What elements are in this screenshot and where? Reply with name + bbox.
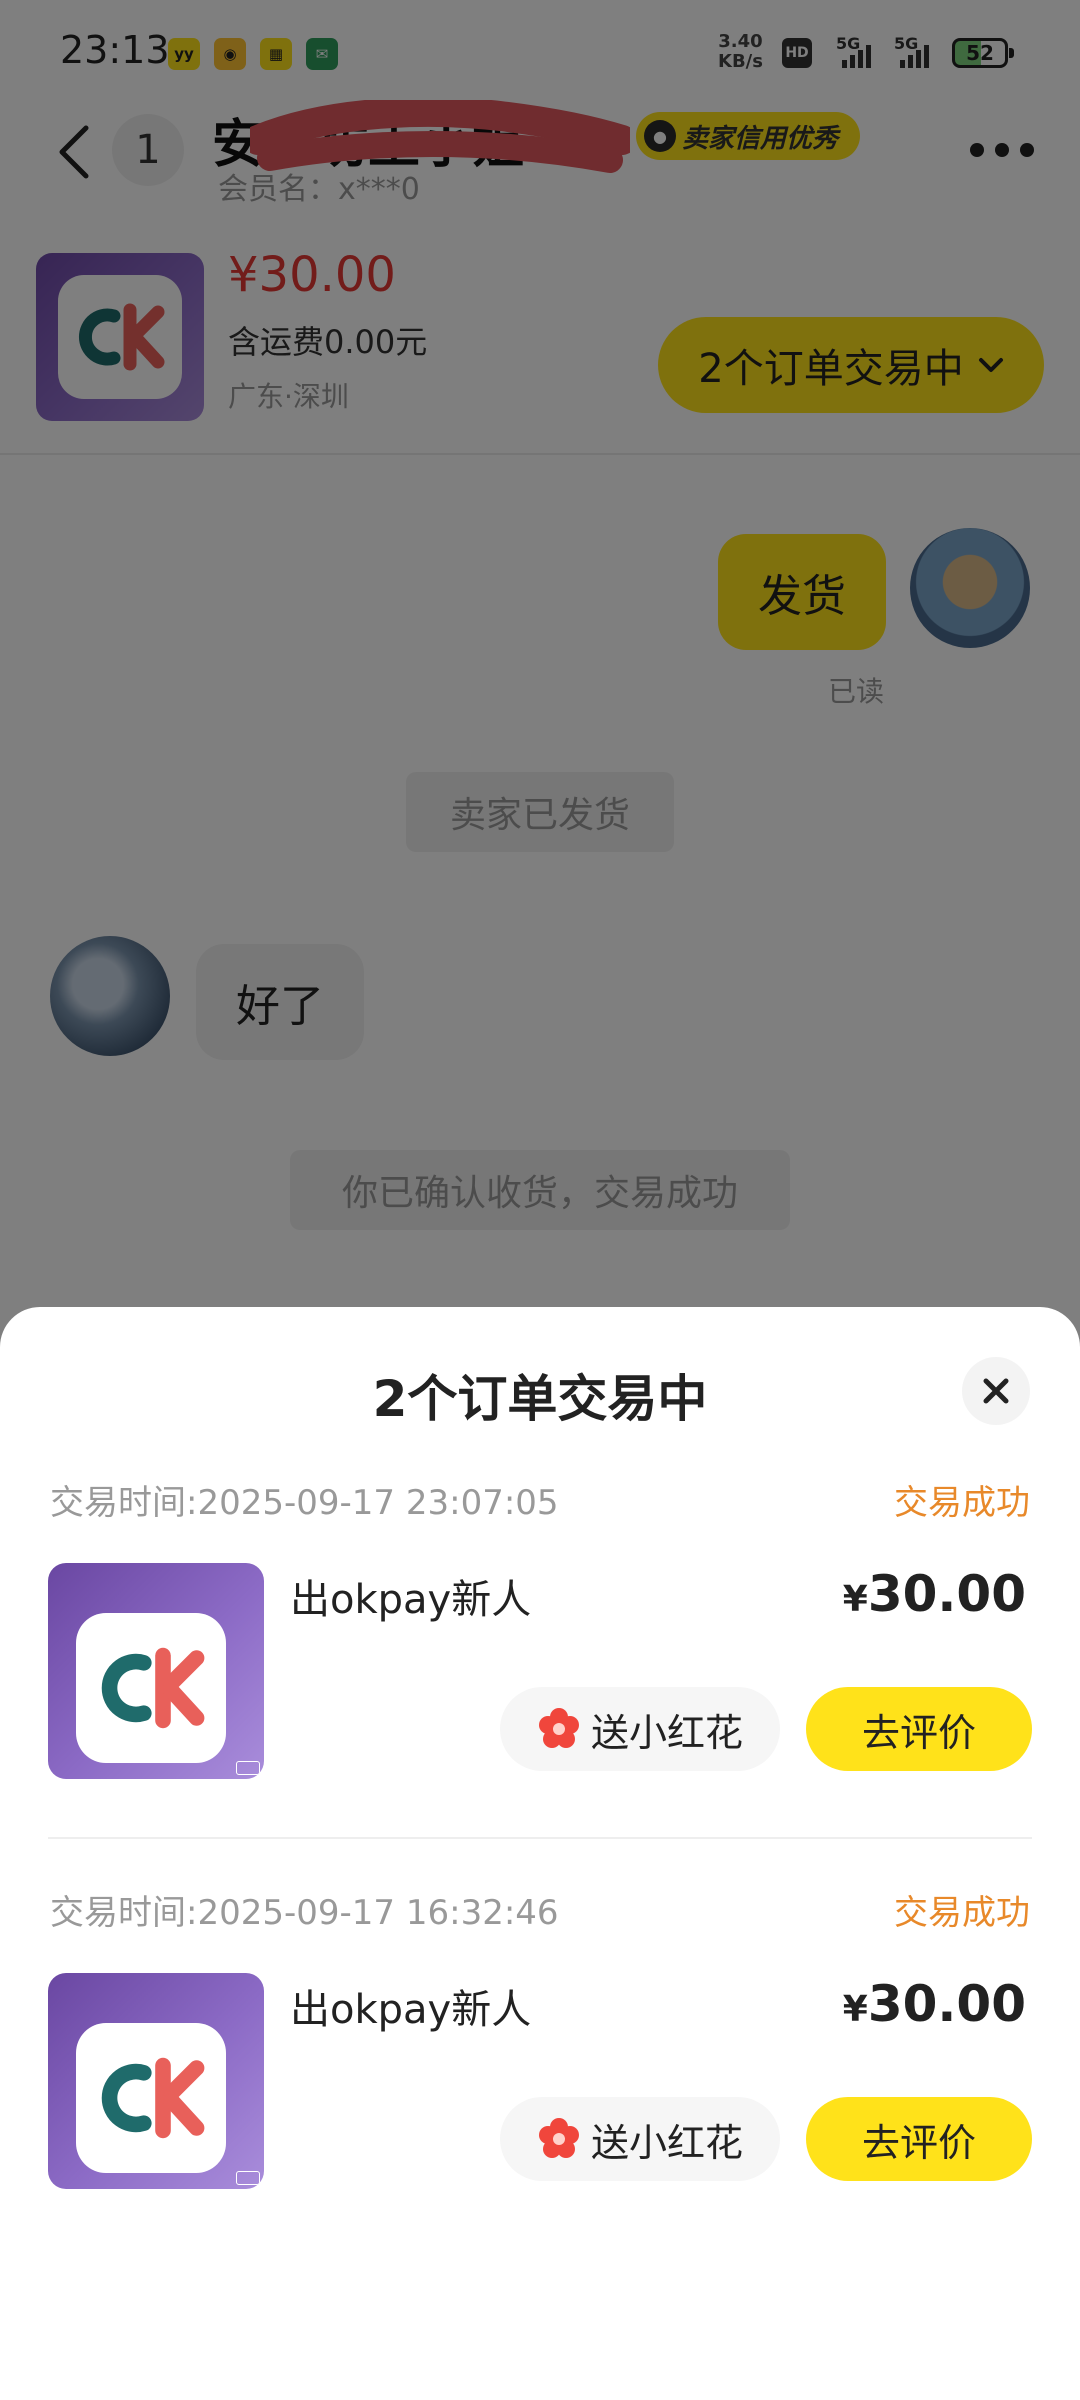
order-item: 交易时间:2025-09-17 16:32:46 交易成功 出okpay新人 ¥… bbox=[0, 1885, 1080, 2285]
review-button[interactable]: 去评价 bbox=[806, 1687, 1032, 1771]
order-item: 交易时间:2025-09-17 23:07:05 交易成功 出okpay新人 ¥… bbox=[0, 1475, 1080, 1875]
ck-logo bbox=[76, 2023, 226, 2173]
order-price: ¥30.00 bbox=[842, 1565, 1026, 1623]
send-flower-button[interactable]: 送小红花 bbox=[500, 1687, 780, 1771]
order-divider bbox=[48, 1837, 1032, 1839]
send-flower-label: 送小红花 bbox=[590, 2120, 743, 2165]
order-thumbnail[interactable] bbox=[48, 1563, 264, 1779]
close-icon bbox=[983, 1378, 1009, 1404]
orders-bottom-sheet: 2个订单交易中 交易时间:2025-09-17 23:07:05 交易成功 出o… bbox=[0, 1307, 1080, 2400]
send-flower-label: 送小红花 bbox=[590, 1710, 743, 1755]
ck-logo bbox=[76, 1613, 226, 1763]
red-flower-icon bbox=[538, 1708, 579, 1748]
order-price: ¥30.00 bbox=[842, 1975, 1026, 2033]
send-flower-button[interactable]: 送小红花 bbox=[500, 2097, 780, 2181]
sheet-title: 2个订单交易中 bbox=[372, 1370, 708, 1428]
order-product-name[interactable]: 出okpay新人 bbox=[290, 1567, 531, 1625]
review-button[interactable]: 去评价 bbox=[806, 2097, 1032, 2181]
order-time: 交易时间:2025-09-17 23:07:05 bbox=[50, 1483, 559, 1523]
order-status: 交易成功 bbox=[894, 1483, 1030, 1523]
order-time: 交易时间:2025-09-17 16:32:46 bbox=[50, 1893, 559, 1933]
order-product-name[interactable]: 出okpay新人 bbox=[290, 1977, 531, 2035]
order-status: 交易成功 bbox=[894, 1893, 1030, 1933]
red-flower-icon bbox=[538, 2118, 579, 2158]
close-button[interactable] bbox=[962, 1357, 1030, 1425]
order-thumbnail[interactable] bbox=[48, 1973, 264, 2189]
